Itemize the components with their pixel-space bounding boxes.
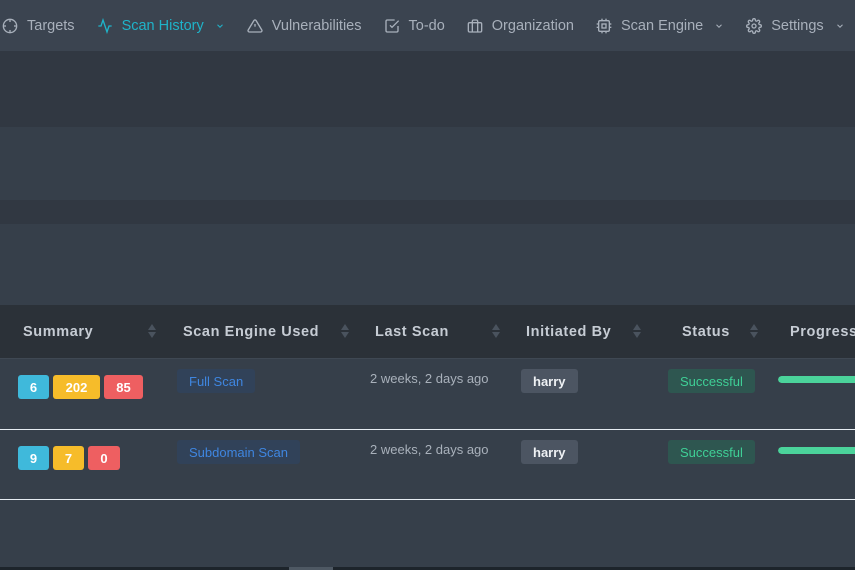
initiated-by-badge: harry [521, 440, 578, 464]
warning-count-badge[interactable]: 202 [53, 375, 100, 399]
info-count-badge[interactable]: 6 [18, 375, 49, 399]
initiated-by-badge: harry [521, 369, 578, 393]
check-square-icon [384, 18, 400, 34]
nav-item-label: Organization [491, 17, 574, 34]
nav-item-label: Vulnerabilities [271, 17, 362, 34]
sort-icon[interactable] [492, 322, 500, 340]
sort-icon[interactable] [633, 322, 641, 340]
progress-bar-fill [778, 447, 855, 454]
nav-item-label: Settings [771, 17, 824, 34]
danger-count-badge[interactable]: 0 [88, 446, 120, 470]
nav-item-label: Targets [27, 17, 75, 34]
column-header-scan-engine[interactable]: Scan Engine Used [183, 305, 319, 359]
column-header-progress[interactable]: Progress [790, 305, 855, 359]
progress-bar [778, 376, 855, 383]
column-header-summary[interactable]: Summary [23, 305, 93, 359]
progress-bar-fill [778, 376, 855, 383]
status-badge: Successful [668, 369, 755, 393]
info-count-badge[interactable]: 9 [18, 446, 49, 470]
nav-item-label: Scan Engine [621, 17, 704, 34]
nav-item-label: Scan History [121, 17, 204, 34]
table-footer-area [0, 500, 855, 567]
gear-icon [746, 17, 763, 34]
nav-item-scan-history[interactable]: Scan History [97, 17, 225, 34]
nav-item-scan-engine[interactable]: Scan Engine [596, 18, 724, 34]
column-header-initiated-by[interactable]: Initiated By [526, 305, 611, 359]
scan-engine-badge: Subdomain Scan [177, 440, 301, 464]
activity-icon [97, 17, 113, 34]
warning-count-badge[interactable]: 7 [53, 446, 84, 470]
danger-count-badge[interactable]: 85 [104, 375, 143, 399]
cpu-icon [596, 18, 612, 34]
top-navbar: Targets Scan History Vulnerabilities To-… [0, 0, 855, 51]
nav-item-todo[interactable]: To-do [384, 18, 445, 34]
chevron-down-icon [215, 21, 225, 31]
nav-item-organization[interactable]: Organization [467, 18, 574, 34]
table-header: Summary Scan Engine Used Last Scan Initi… [0, 305, 855, 359]
column-header-status[interactable]: Status [682, 305, 730, 359]
chevron-down-icon [835, 21, 845, 31]
scan-engine-badge: Full Scan [177, 369, 256, 393]
column-header-last-scan[interactable]: Last Scan [375, 305, 449, 359]
crosshair-icon [2, 18, 18, 34]
progress-bar [778, 447, 855, 454]
sort-icon[interactable] [148, 322, 156, 340]
status-badge: Successful [668, 440, 755, 464]
sort-icon[interactable] [341, 322, 349, 340]
nav-item-targets[interactable]: Targets [2, 18, 75, 34]
table-row[interactable]: 6 202 85 Full Scan 2 weeks, 2 days ago h… [0, 359, 855, 429]
sort-icon[interactable] [750, 322, 758, 340]
content-panel [0, 127, 855, 200]
alert-triangle-icon [247, 18, 263, 34]
chevron-down-icon [714, 21, 724, 31]
nav-item-vulnerabilities[interactable]: Vulnerabilities [247, 18, 362, 34]
nav-item-settings[interactable]: Settings [746, 18, 844, 34]
panel-gap [0, 200, 855, 224]
nav-item-label: To-do [408, 17, 445, 34]
last-scan-time: 2 weeks, 2 days ago [370, 442, 489, 457]
table-row[interactable]: 9 7 0 Subdomain Scan 2 weeks, 2 days ago… [0, 430, 855, 500]
table-toolbar-panel [0, 224, 855, 305]
page-header-panel [0, 51, 855, 127]
last-scan-time: 2 weeks, 2 days ago [370, 371, 489, 386]
briefcase-icon [467, 18, 483, 34]
